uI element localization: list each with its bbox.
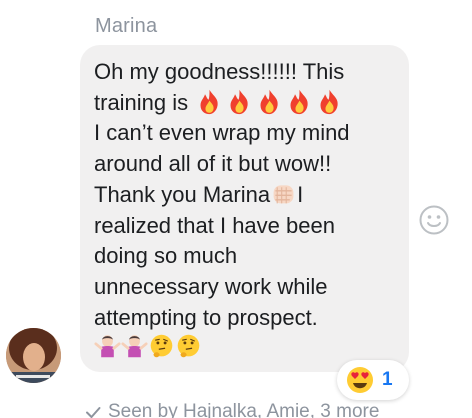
sender-name: Marina — [95, 15, 158, 37]
message-line — [94, 333, 397, 364]
fire-icon — [226, 88, 253, 115]
message-line: attempting to prospect. — [94, 304, 318, 330]
fire-icon — [286, 88, 313, 115]
reaction-count: 1 — [382, 369, 393, 390]
message-bubble[interactable]: Oh my goodness!!!!!! This training is I … — [80, 45, 409, 372]
message-line: realized that I have been — [94, 212, 335, 238]
message-line: Oh my goodness!!!!!! This — [94, 59, 345, 84]
thinking-face-icon — [148, 333, 175, 360]
chat-thread: Marina Oh my goodness!!!!!! This trainin… — [0, 0, 472, 418]
reaction-summary[interactable]: 1 — [337, 360, 409, 400]
woman-shrugging-icon — [94, 333, 121, 360]
fire-icon — [316, 88, 343, 115]
message-line: training is — [94, 88, 397, 119]
fire-icon — [256, 88, 283, 115]
checkmark-icon — [86, 407, 101, 418]
avatar[interactable] — [6, 328, 61, 383]
seen-text: Seen by Hajnalka, Amie, 3 more — [108, 401, 380, 418]
message-line: unnecessary work while — [94, 273, 328, 299]
message-line: I can’t even wrap my mind — [94, 120, 350, 146]
heart-eyes-icon — [345, 365, 375, 395]
message-line: around all of it but wow!! — [94, 151, 332, 177]
fist-emoji-icon — [270, 180, 297, 207]
fire-emoji-group — [196, 88, 346, 115]
fire-icon — [196, 88, 223, 115]
message-line: Thank you Marina I — [94, 180, 397, 211]
message-text: I — [297, 181, 304, 207]
thinking-face-icon — [175, 333, 202, 360]
woman-shrugging-icon — [121, 333, 148, 360]
seen-status[interactable]: Seen by Hajnalka, Amie, 3 more — [84, 401, 379, 418]
message-text: Thank you Marina — [94, 181, 271, 207]
message-text: training is — [94, 89, 189, 115]
message-line: doing so much — [94, 243, 238, 269]
smiley-icon[interactable] — [418, 204, 450, 236]
